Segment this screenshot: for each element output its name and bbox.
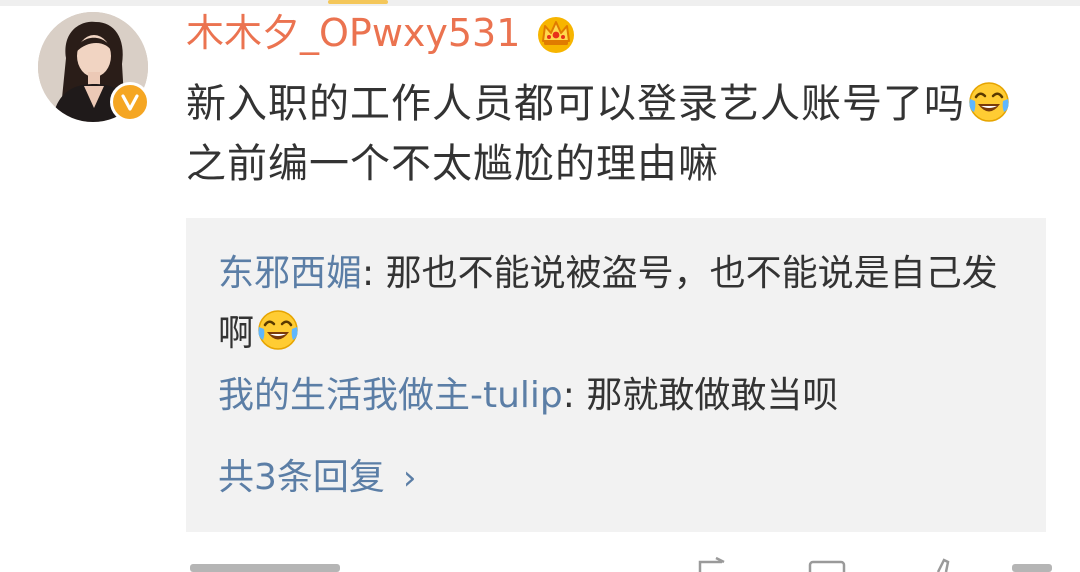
reply-separator: :: [362, 253, 386, 294]
reply-item: 东邪西媚: 那也不能说被盗号，也不能说是自己发啊: [218, 244, 1018, 364]
reply-box: 东邪西媚: 那也不能说被盗号，也不能说是自己发啊 我的生活我做主-tulip: …: [186, 218, 1046, 532]
username-link[interactable]: 木木夕_OPwxy531: [186, 8, 520, 58]
verified-badge-icon: [110, 82, 150, 122]
top-divider: [0, 0, 1080, 6]
comment-text-part2: 之前编一个不太尴尬的理由嘛: [186, 141, 719, 187]
comment-text: 新入职的工作人员都可以登录艺人账号了吗 之前编一个不太尴尬的理由嘛: [186, 74, 1046, 194]
reply-text: 那就敢做敢当呗: [586, 375, 839, 416]
chevron-right-icon: ›: [402, 458, 417, 498]
timestamp-partial: [190, 564, 340, 572]
reply-author-link[interactable]: 我的生活我做主-tulip: [218, 375, 563, 416]
more-replies-link[interactable]: 共3条回复 ›: [218, 448, 417, 508]
reply-item: 我的生活我做主-tulip: 那就敢做敢当呗: [218, 366, 1018, 426]
comment-icon[interactable]: [806, 556, 850, 572]
reply-author-link[interactable]: 东邪西媚: [218, 253, 362, 294]
comment-text-part1: 新入职的工作人员都可以登录艺人账号了吗: [186, 81, 965, 127]
username-row: 木木夕_OPwxy531: [186, 8, 578, 58]
share-icon[interactable]: [694, 556, 734, 572]
vip-crown-icon: [538, 17, 575, 53]
laugh-cry-emoji: [258, 310, 298, 350]
comment-footer: [186, 556, 1066, 572]
laugh-cry-emoji: [969, 82, 1009, 122]
like-icon[interactable]: [926, 556, 960, 572]
reply-separator: :: [562, 375, 587, 416]
like-count-partial: [1012, 564, 1052, 572]
more-replies-label: 共3条回复: [218, 457, 385, 498]
